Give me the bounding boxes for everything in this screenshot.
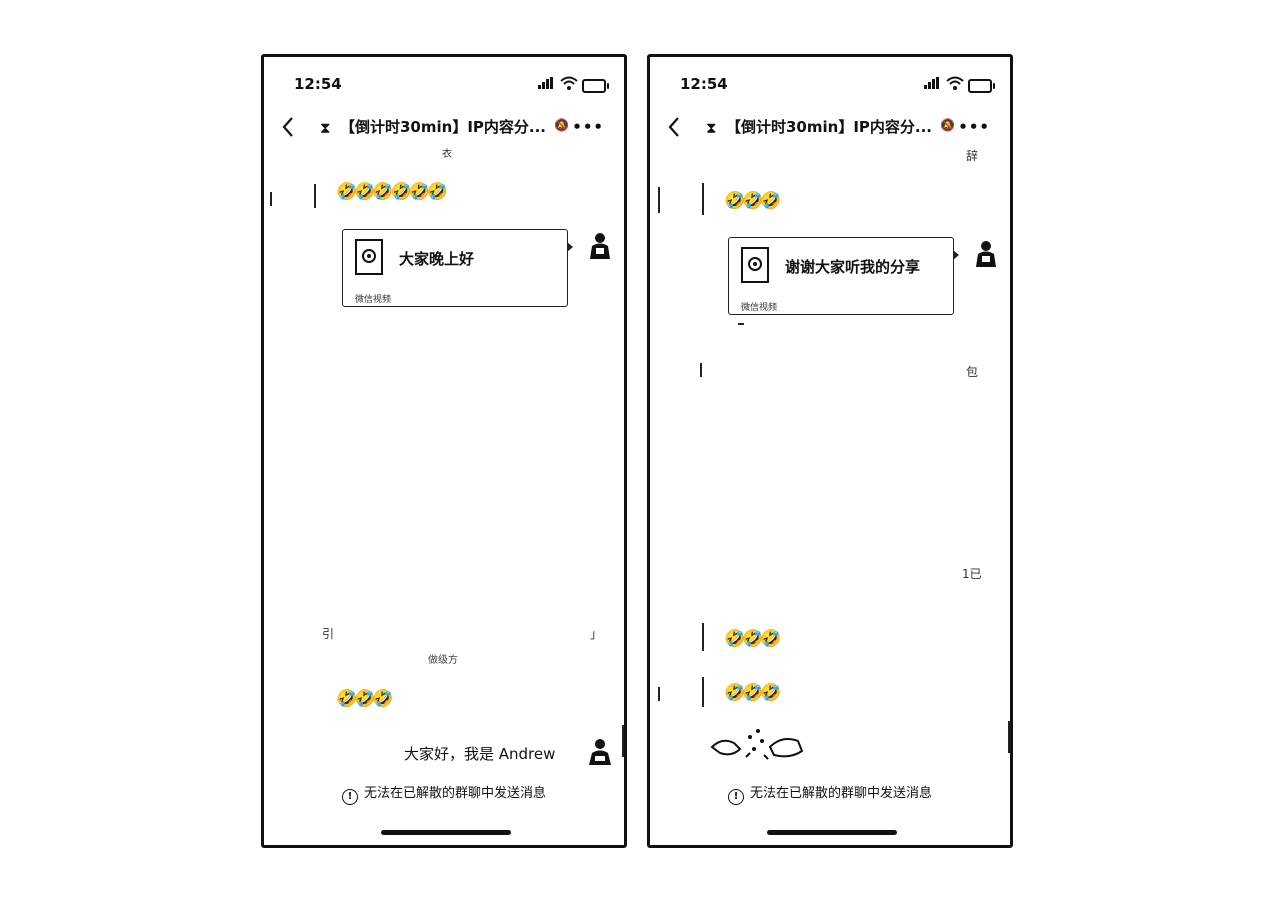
signal-icon bbox=[538, 77, 553, 89]
chat-title: 【倒计时30min】IP内容分... bbox=[726, 118, 932, 136]
avatar-icon[interactable] bbox=[972, 239, 1000, 269]
message-fragment: 包 bbox=[966, 365, 979, 379]
video-card-title: 大家晚上好 bbox=[399, 250, 475, 268]
clapping-sticker-icon bbox=[710, 729, 804, 760]
mute-icon: 🔕 bbox=[940, 118, 955, 132]
message-fragment: 1已 bbox=[962, 567, 982, 581]
chat-header: ⧗ 【倒计时30min】IP内容分... 🔕 ••• bbox=[264, 112, 624, 142]
divider bbox=[270, 192, 272, 206]
chat-title: 【倒计时30min】IP内容分... bbox=[340, 118, 546, 136]
divider bbox=[702, 677, 704, 707]
emoji-message: 🤣🤣🤣 bbox=[724, 191, 781, 211]
video-card-source: 微信视频 bbox=[741, 303, 778, 313]
hourglass-icon: ⧗ bbox=[320, 119, 331, 137]
video-card-title: 谢谢大家听我的分享 bbox=[785, 258, 921, 276]
hourglass-icon: ⧗ bbox=[706, 119, 717, 137]
avatar-icon[interactable] bbox=[586, 231, 614, 261]
disbanded-notice-text: 无法在已解散的群聊中发送消息 bbox=[749, 786, 932, 801]
video-file-icon bbox=[741, 247, 769, 283]
emoji-message: 🤣🤣🤣 bbox=[336, 689, 393, 709]
emoji-message: 🤣🤣🤣 bbox=[724, 683, 781, 703]
wifi-icon bbox=[560, 76, 578, 90]
wifi-icon bbox=[946, 76, 964, 90]
video-card[interactable]: 大家晚上好 微信视频 bbox=[342, 229, 573, 307]
message-fragment: 」 bbox=[590, 627, 603, 641]
divider bbox=[738, 323, 744, 325]
message-fragment: 辞 bbox=[966, 149, 979, 163]
emoji-message: 🤣🤣🤣🤣🤣🤣 bbox=[336, 182, 448, 202]
scrollbar[interactable] bbox=[1008, 721, 1010, 753]
video-card[interactable]: 谢谢大家听我的分享 微信视频 bbox=[728, 237, 959, 315]
video-card-source: 微信视频 bbox=[355, 295, 392, 305]
bubble-tail bbox=[567, 242, 573, 252]
divider bbox=[702, 623, 704, 651]
phone-screen-right: 12:54 ⧗ 【倒计时30min】IP内容分... 🔕 ••• 辞 🤣🤣🤣 谢… bbox=[647, 54, 1013, 848]
more-options-icon[interactable]: ••• bbox=[572, 118, 604, 136]
divider bbox=[314, 184, 316, 208]
disbanded-notice-text: 无法在已解散的群聊中发送消息 bbox=[363, 786, 546, 801]
disbanded-notice: ! 无法在已解散的群聊中发送消息 bbox=[650, 782, 1010, 805]
divider bbox=[700, 363, 702, 377]
scrollbar[interactable] bbox=[622, 725, 624, 757]
emoji-message: 🤣🤣🤣 bbox=[724, 629, 781, 649]
message-fragment: 衣 bbox=[442, 149, 452, 160]
mute-icon: 🔕 bbox=[554, 118, 569, 132]
bubble-tail bbox=[953, 250, 959, 260]
divider bbox=[658, 687, 660, 701]
warning-icon: ! bbox=[341, 789, 358, 805]
text-message: 大家好，我是 Andrew bbox=[404, 745, 556, 763]
status-bar: 12:54 bbox=[264, 75, 624, 95]
back-icon[interactable] bbox=[664, 114, 686, 140]
status-bar: 12:54 bbox=[650, 75, 1010, 95]
status-time: 12:54 bbox=[680, 75, 728, 93]
divider bbox=[658, 187, 660, 213]
signal-icon bbox=[924, 77, 939, 89]
warning-icon: ! bbox=[727, 789, 744, 805]
status-time: 12:54 bbox=[294, 75, 342, 93]
phone-screen-left: 12:54 ⧗ 【倒计时30min】IP内容分... 🔕 ••• 衣 🤣🤣🤣🤣🤣… bbox=[261, 54, 627, 848]
system-message: 做级方 bbox=[428, 655, 458, 666]
video-file-icon bbox=[355, 239, 383, 275]
more-options-icon[interactable]: ••• bbox=[958, 118, 990, 136]
chat-header: ⧗ 【倒计时30min】IP内容分... 🔕 ••• bbox=[650, 112, 1010, 142]
battery-icon bbox=[582, 79, 609, 93]
back-icon[interactable] bbox=[278, 114, 300, 140]
avatar-icon[interactable] bbox=[586, 737, 614, 767]
disbanded-notice: ! 无法在已解散的群聊中发送消息 bbox=[264, 782, 624, 805]
home-indicator[interactable] bbox=[381, 830, 511, 835]
battery-icon bbox=[968, 79, 995, 93]
message-fragment: 引 bbox=[322, 627, 335, 641]
divider bbox=[702, 183, 704, 215]
home-indicator[interactable] bbox=[767, 830, 897, 835]
